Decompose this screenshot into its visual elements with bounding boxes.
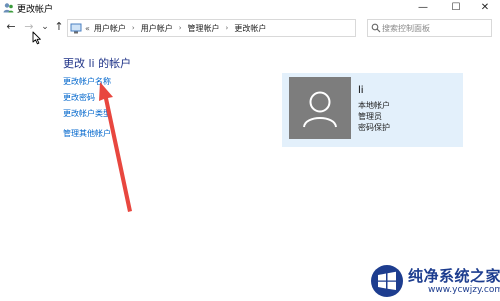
- breadcrumb-separator: ›: [225, 24, 229, 32]
- title-bar: 更改帐户 — ☐ ✕: [0, 0, 500, 16]
- change-password-link[interactable]: 更改密码: [63, 92, 95, 103]
- change-account-type-link[interactable]: 更改帐户类型: [63, 108, 111, 119]
- account-detail: 管理员: [358, 112, 382, 121]
- user-accounts-icon: [3, 3, 14, 13]
- manage-other-accounts-link[interactable]: 管理其他帐户: [63, 128, 111, 139]
- change-account-name-link[interactable]: 更改帐户名称: [63, 76, 111, 87]
- account-name: li: [358, 85, 364, 96]
- maximize-button[interactable]: ☐: [441, 0, 471, 16]
- page-title: 更改 li 的帐户: [63, 57, 132, 70]
- breadcrumb-separator: ›: [131, 24, 135, 32]
- breadcrumb-item[interactable]: 更改帐户: [234, 23, 266, 34]
- user-avatar-icon: [303, 91, 337, 128]
- breadcrumb: « 用户帐户 › 用户帐户 › 管理帐户 › 更改帐户: [85, 20, 266, 36]
- watermark: 纯净系统之家 www.ycwjzy.com: [366, 262, 500, 301]
- breadcrumb-item[interactable]: 用户帐户: [94, 23, 126, 34]
- watermark-url: www.ycwjzy.com: [428, 285, 500, 295]
- control-panel-icon: [70, 23, 82, 34]
- annotation-arrow: [99, 82, 132, 212]
- back-button[interactable]: ←: [4, 20, 18, 34]
- minimize-button[interactable]: —: [408, 0, 438, 16]
- account-card: li 本地帐户 管理员 密码保护: [282, 73, 463, 147]
- account-detail: 密码保护: [358, 123, 390, 132]
- breadcrumb-item[interactable]: 用户帐户: [141, 23, 173, 34]
- close-button[interactable]: ✕: [470, 0, 500, 16]
- breadcrumb-item[interactable]: 管理帐户: [188, 23, 220, 34]
- windows-logo-icon: [371, 265, 403, 297]
- search-icon: [371, 23, 381, 33]
- up-button[interactable]: ↑: [52, 20, 66, 34]
- window-title: 更改帐户: [17, 5, 54, 15]
- breadcrumb-overflow[interactable]: «: [85, 24, 90, 33]
- account-detail: 本地帐户: [358, 101, 390, 110]
- avatar: [289, 77, 351, 139]
- search-box[interactable]: 搜索控制面板: [367, 19, 492, 37]
- mouse-cursor-icon: [32, 31, 41, 45]
- breadcrumb-separator: ›: [178, 24, 182, 32]
- watermark-brand: 纯净系统之家: [408, 267, 500, 285]
- navigation-bar: ← → ⌄ ↑ « 用户帐户 › 用户帐户 › 管理帐户 › 更改帐户 ⌄ ↻ …: [0, 18, 500, 38]
- search-placeholder: 搜索控制面板: [382, 24, 430, 33]
- address-bar[interactable]: « 用户帐户 › 用户帐户 › 管理帐户 › 更改帐户 ⌄ ↻: [67, 19, 421, 37]
